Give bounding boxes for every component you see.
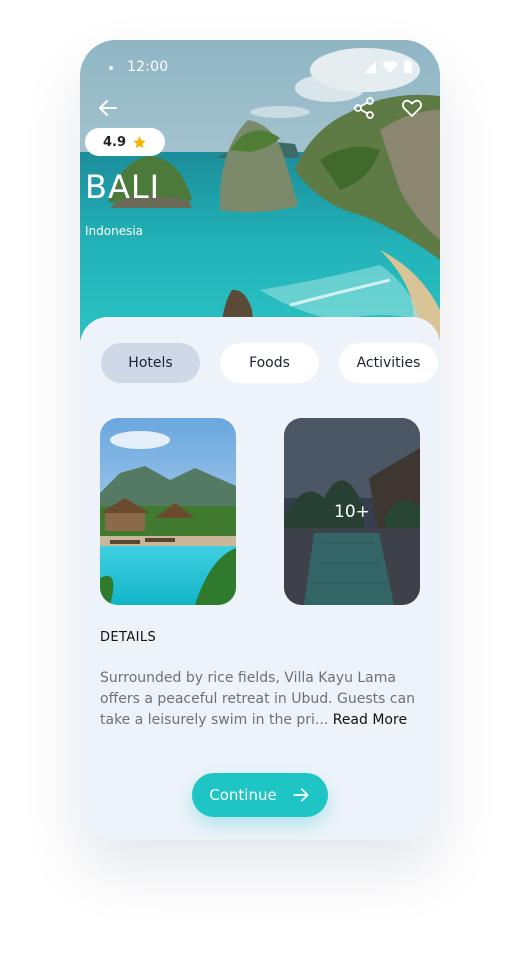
- battery-icon: [404, 60, 412, 73]
- share-button[interactable]: [352, 96, 376, 120]
- tab-hotels[interactable]: Hotels: [101, 343, 200, 383]
- star-icon: [133, 135, 146, 148]
- heart-outline-icon: [401, 99, 423, 117]
- signal-icon: [364, 60, 376, 73]
- details-heading: DETAILS: [100, 630, 157, 645]
- place-country: Indonesia: [85, 224, 144, 238]
- category-tabs: Hotels Foods Activities: [80, 343, 440, 383]
- status-bar: 12:00: [80, 40, 440, 96]
- continue-label: Continue: [209, 786, 277, 804]
- arrow-right-icon: [293, 788, 309, 802]
- hotel-photo-card[interactable]: [100, 418, 236, 605]
- status-time: 12:00: [127, 59, 169, 75]
- status-icons: [364, 60, 412, 73]
- place-title: BALI: [85, 168, 161, 206]
- rating-badge: 4.9: [85, 128, 165, 156]
- tab-foods[interactable]: Foods: [220, 343, 319, 383]
- back-button[interactable]: [96, 96, 120, 120]
- arrow-left-icon: [99, 100, 117, 116]
- favorite-button[interactable]: [400, 96, 424, 120]
- resort-pool-image: [100, 418, 236, 605]
- rating-value: 4.9: [102, 134, 127, 150]
- camera-dot: [109, 66, 113, 70]
- more-photos-count: 10+: [334, 501, 370, 522]
- share-icon: [354, 97, 374, 119]
- read-more-link[interactable]: Read More: [333, 712, 407, 728]
- phone-frame: 12:00 4.9 BALI Indonesia Hotels Foods Ac…: [80, 40, 440, 840]
- content-sheet: Hotels Foods Activities 10+ DETAILS Surr…: [80, 317, 440, 840]
- details-description: Surrounded by rice fields, Villa Kayu La…: [100, 668, 420, 731]
- wifi-icon: [382, 60, 398, 73]
- tab-activities[interactable]: Activities: [339, 343, 438, 383]
- continue-button[interactable]: Continue: [192, 773, 328, 817]
- more-photos-card[interactable]: 10+: [284, 418, 420, 605]
